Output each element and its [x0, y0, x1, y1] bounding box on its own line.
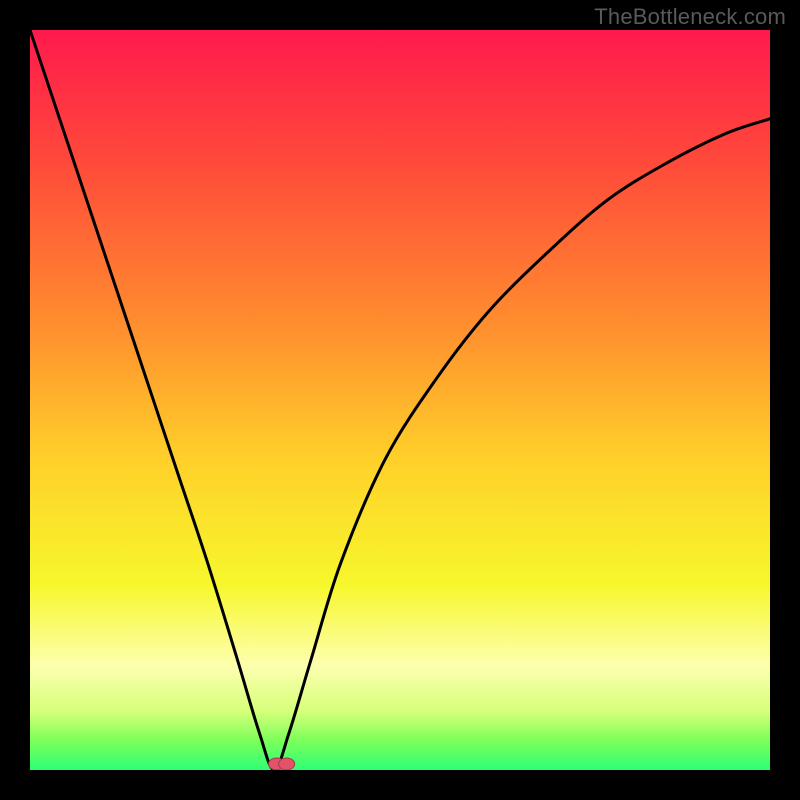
chart-frame: TheBottleneck.com — [0, 0, 800, 800]
watermark-text: TheBottleneck.com — [594, 4, 786, 30]
plot-area — [30, 30, 770, 770]
optimal-marker — [269, 758, 295, 770]
gradient-background — [30, 30, 770, 770]
chart-svg — [30, 30, 770, 770]
